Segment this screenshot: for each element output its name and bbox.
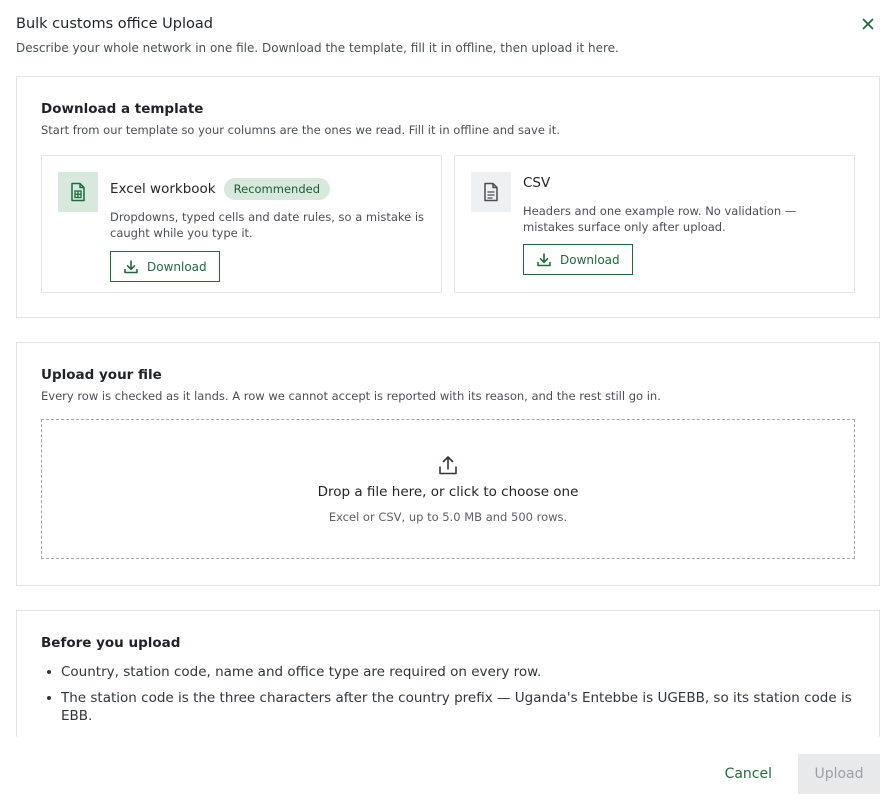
dialog-header: Bulk customs office Upload Describe your…: [16, 16, 880, 55]
cancel-button[interactable]: Cancel: [725, 754, 772, 794]
download-csv-button[interactable]: Download: [523, 244, 633, 275]
download-excel-button[interactable]: Download: [110, 251, 220, 282]
template-heading: Download a template: [41, 101, 204, 117]
dialog-title: Bulk customs office Upload: [16, 16, 213, 32]
tip-item: The station code is the three characters…: [41, 689, 855, 725]
close-button[interactable]: [856, 12, 880, 36]
download-icon: [124, 259, 138, 273]
csv-template-card: CSV Headers and one example row. No vali…: [454, 155, 855, 293]
template-description: Start from our template so your columns …: [41, 123, 560, 137]
close-icon: [862, 18, 874, 30]
template-options: Excel workbook Recommended Dropdowns, ty…: [41, 155, 855, 293]
template-section: Download a template Start from our templ…: [16, 76, 880, 318]
upload-button[interactable]: Upload: [798, 754, 880, 794]
dialog-subtitle: Describe your whole network in one file.…: [16, 41, 619, 55]
csv-template-name: CSV: [523, 174, 551, 191]
upload-icon: [439, 456, 457, 475]
download-icon: [537, 252, 551, 266]
recommended-badge: Recommended: [223, 177, 330, 200]
dropzone-title: Drop a file here, or click to choose one: [317, 484, 579, 500]
dialog-footer: Cancel Upload: [0, 737, 896, 810]
bulk-upload-dialog: Bulk customs office Upload Describe your…: [0, 0, 896, 810]
csv-icon-tile: [471, 172, 511, 212]
file-dropzone[interactable]: Drop a file here, or click to choose one…: [41, 419, 855, 559]
download-excel-label: Download: [147, 259, 207, 274]
upload-heading: Upload your file: [41, 367, 162, 383]
download-csv-label: Download: [560, 252, 620, 267]
upload-description: Every row is checked as it lands. A row …: [41, 389, 661, 403]
dialog-body[interactable]: Download a template Start from our templ…: [16, 76, 880, 737]
upload-section: Upload your file Every row is checked as…: [16, 342, 880, 586]
excel-template-card: Excel workbook Recommended Dropdowns, ty…: [41, 155, 442, 293]
dropzone-hint: Excel or CSV, up to 5.0 MB and 500 rows.: [328, 510, 568, 524]
tips-list: Country, station code, name and office t…: [41, 663, 855, 725]
excel-icon-tile: [58, 172, 98, 212]
before-upload-heading: Before you upload: [41, 635, 181, 651]
excel-template-name: Excel workbook: [110, 180, 216, 197]
csv-template-description: Headers and one example row. No validati…: [523, 204, 797, 234]
before-upload-section: Before you upload Country, station code,…: [16, 610, 880, 737]
spreadsheet-file-icon: [71, 182, 85, 202]
text-file-icon: [484, 182, 498, 202]
excel-template-description: Dropdowns, typed cells and date rules, s…: [110, 210, 425, 240]
tip-item: Country, station code, name and office t…: [41, 663, 855, 681]
